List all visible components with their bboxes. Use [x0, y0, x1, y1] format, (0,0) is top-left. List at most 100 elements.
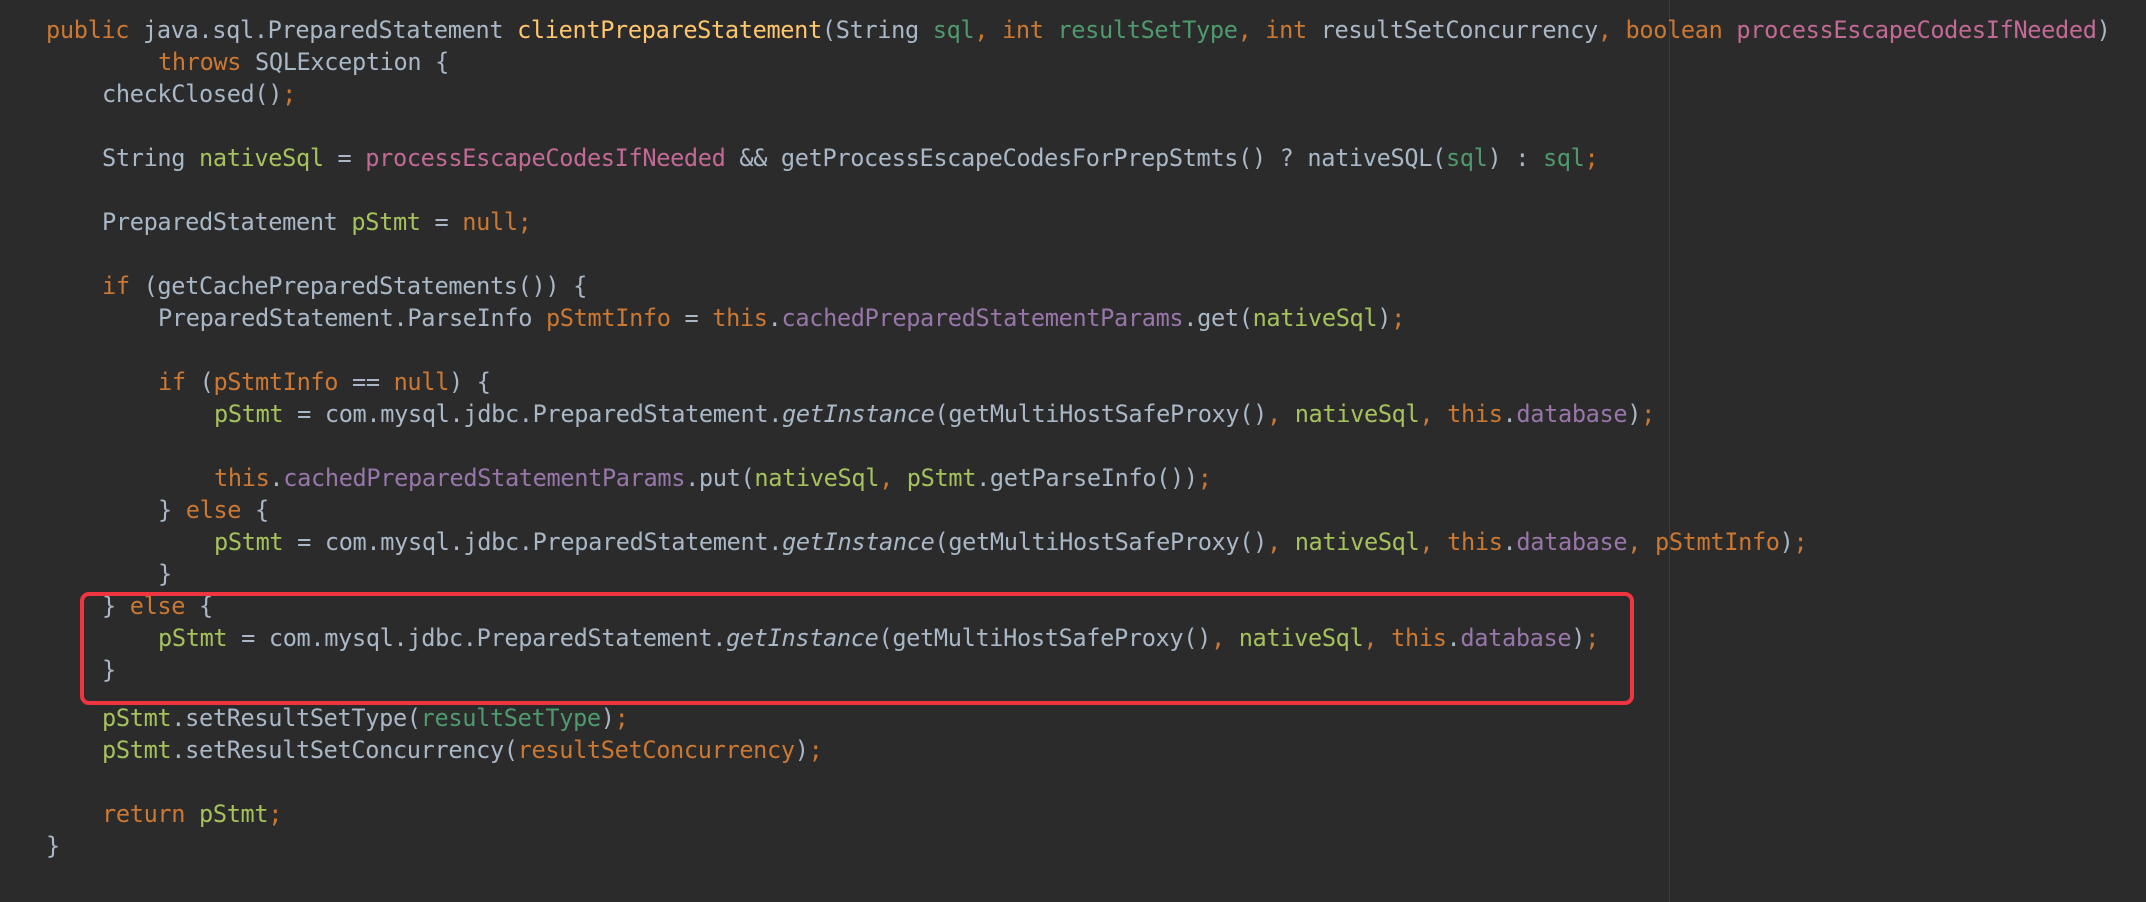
- code-token: sql: [932, 16, 975, 44]
- code-token: ) :: [1487, 144, 1543, 172]
- code-token: && getProcessEscapeCodesForPrepStmts() ?…: [725, 144, 1446, 172]
- code-token: ,: [1266, 400, 1295, 428]
- code-token: sql: [1445, 144, 1488, 172]
- code-token: cachedPreparedStatementParams: [283, 464, 686, 492]
- code-token: processEscapeCodesIfNeeded: [365, 144, 726, 172]
- code-line[interactable]: pStmt.setResultSetConcurrency(resultSetC…: [102, 734, 823, 766]
- code-token: if: [158, 368, 200, 396]
- code-line[interactable]: if (getCachePreparedStatements()) {: [102, 270, 587, 302]
- code-token: .: [1502, 400, 1517, 428]
- code-token: pStmt: [102, 704, 172, 732]
- code-line[interactable]: }: [158, 558, 172, 590]
- code-token: this: [1447, 528, 1503, 556]
- code-token: pStmt: [906, 464, 977, 492]
- code-token: SQLException {: [254, 48, 449, 76]
- code-token: sql: [1542, 144, 1585, 172]
- code-token: ): [1779, 528, 1794, 556]
- code-token: boolean: [1625, 16, 1737, 44]
- code-line[interactable]: checkClosed();: [102, 78, 296, 110]
- code-token: =: [323, 144, 366, 172]
- code-token: nativeSql: [198, 144, 324, 172]
- code-token: java.sql.PreparedStatement: [142, 16, 518, 44]
- code-token: ;: [1584, 144, 1599, 172]
- code-token: (getMultiHostSafeProxy(): [934, 528, 1267, 556]
- code-token: ,: [1597, 16, 1626, 44]
- code-line[interactable]: return pStmt;: [102, 798, 282, 830]
- code-token: ;: [1793, 528, 1808, 556]
- code-token: }: [158, 496, 186, 524]
- code-token: ): [2096, 16, 2111, 44]
- code-token: ,: [1419, 400, 1448, 428]
- code-token: this: [214, 464, 270, 492]
- code-token: ;: [614, 704, 629, 732]
- code-token: = com.mysql.jdbc.PreparedStatement.: [283, 400, 783, 428]
- code-token: ) {: [448, 368, 491, 396]
- code-token: public: [46, 16, 143, 44]
- code-token: }: [158, 560, 172, 588]
- code-token: =: [420, 208, 463, 236]
- code-token: pStmt: [214, 528, 284, 556]
- highlight-annotation-box: [80, 592, 1634, 705]
- code-token: this: [712, 304, 768, 332]
- code-token: int: [1265, 16, 1321, 44]
- code-token: clientPrepareStatement: [517, 16, 822, 44]
- code-token: }: [46, 832, 60, 860]
- code-token: ,: [1627, 528, 1655, 556]
- code-token: nativeSql: [754, 464, 880, 492]
- code-token: ): [1377, 304, 1392, 332]
- code-token: return: [102, 800, 199, 828]
- code-token: resultSetType: [420, 704, 601, 732]
- code-token: .setResultSetType(: [171, 704, 421, 732]
- code-token: ;: [1391, 304, 1405, 332]
- code-token: nativeSql: [1294, 528, 1420, 556]
- code-token: .get(: [1183, 304, 1253, 332]
- code-token: ): [794, 736, 809, 764]
- code-token: resultSetType: [1057, 16, 1238, 44]
- code-token: .setResultSetConcurrency(: [171, 736, 518, 764]
- code-line[interactable]: pStmt = com.mysql.jdbc.PreparedStatement…: [214, 526, 1808, 558]
- code-line[interactable]: } else {: [158, 494, 269, 526]
- code-token: ): [600, 704, 615, 732]
- code-token: .getParseInfo()): [976, 464, 1198, 492]
- code-token: cachedPreparedStatementParams: [781, 304, 1184, 332]
- code-editor[interactable]: public java.sql.PreparedStatement client…: [0, 0, 2146, 902]
- code-token: ;: [1641, 400, 1655, 428]
- code-token: {: [255, 496, 269, 524]
- code-line[interactable]: if (pStmtInfo == null) {: [158, 366, 491, 398]
- code-token: ;: [268, 800, 283, 828]
- code-token: checkClosed(): [102, 80, 283, 108]
- code-token: (getMultiHostSafeProxy(): [934, 400, 1267, 428]
- code-token: ,: [1266, 528, 1295, 556]
- code-token: (getCachePreparedStatements()) {: [143, 272, 588, 300]
- code-line[interactable]: this.cachedPreparedStatementParams.put(n…: [214, 462, 1212, 494]
- code-token: .: [767, 304, 782, 332]
- code-token: null: [393, 368, 450, 396]
- code-line[interactable]: PreparedStatement.ParseInfo pStmtInfo = …: [158, 302, 1405, 334]
- code-area[interactable]: public java.sql.PreparedStatement client…: [0, 0, 2146, 902]
- code-token: (: [199, 368, 214, 396]
- code-token: database: [1516, 400, 1628, 428]
- code-token: = com.mysql.jdbc.PreparedStatement.: [283, 528, 783, 556]
- code-line[interactable]: PreparedStatement pStmt = null;: [102, 206, 532, 238]
- code-token: if: [102, 272, 144, 300]
- code-token: this: [1447, 400, 1503, 428]
- code-token: int: [1002, 16, 1058, 44]
- code-line[interactable]: public java.sql.PreparedStatement client…: [46, 14, 2111, 46]
- code-line[interactable]: pStmt.setResultSetType(resultSetType);: [102, 702, 629, 734]
- code-token: ;: [282, 80, 296, 108]
- code-token: .: [1502, 528, 1517, 556]
- code-token: resultSetConcurrency: [517, 736, 795, 764]
- code-line[interactable]: }: [46, 830, 60, 862]
- code-line[interactable]: String nativeSql = processEscapeCodesIfN…: [102, 142, 1599, 174]
- code-line[interactable]: pStmt = com.mysql.jdbc.PreparedStatement…: [214, 398, 1655, 430]
- code-line[interactable]: throws SQLException {: [158, 46, 449, 78]
- code-token: =: [670, 304, 713, 332]
- code-token: getInstance: [782, 400, 935, 428]
- code-token: processEscapeCodesIfNeeded: [1736, 16, 2097, 44]
- code-token: ,: [974, 16, 1003, 44]
- code-token: nativeSql: [1252, 304, 1378, 332]
- code-token: ==: [338, 368, 394, 396]
- code-token: throws: [158, 48, 255, 76]
- code-token: String: [102, 144, 199, 172]
- code-token: pStmt: [351, 208, 421, 236]
